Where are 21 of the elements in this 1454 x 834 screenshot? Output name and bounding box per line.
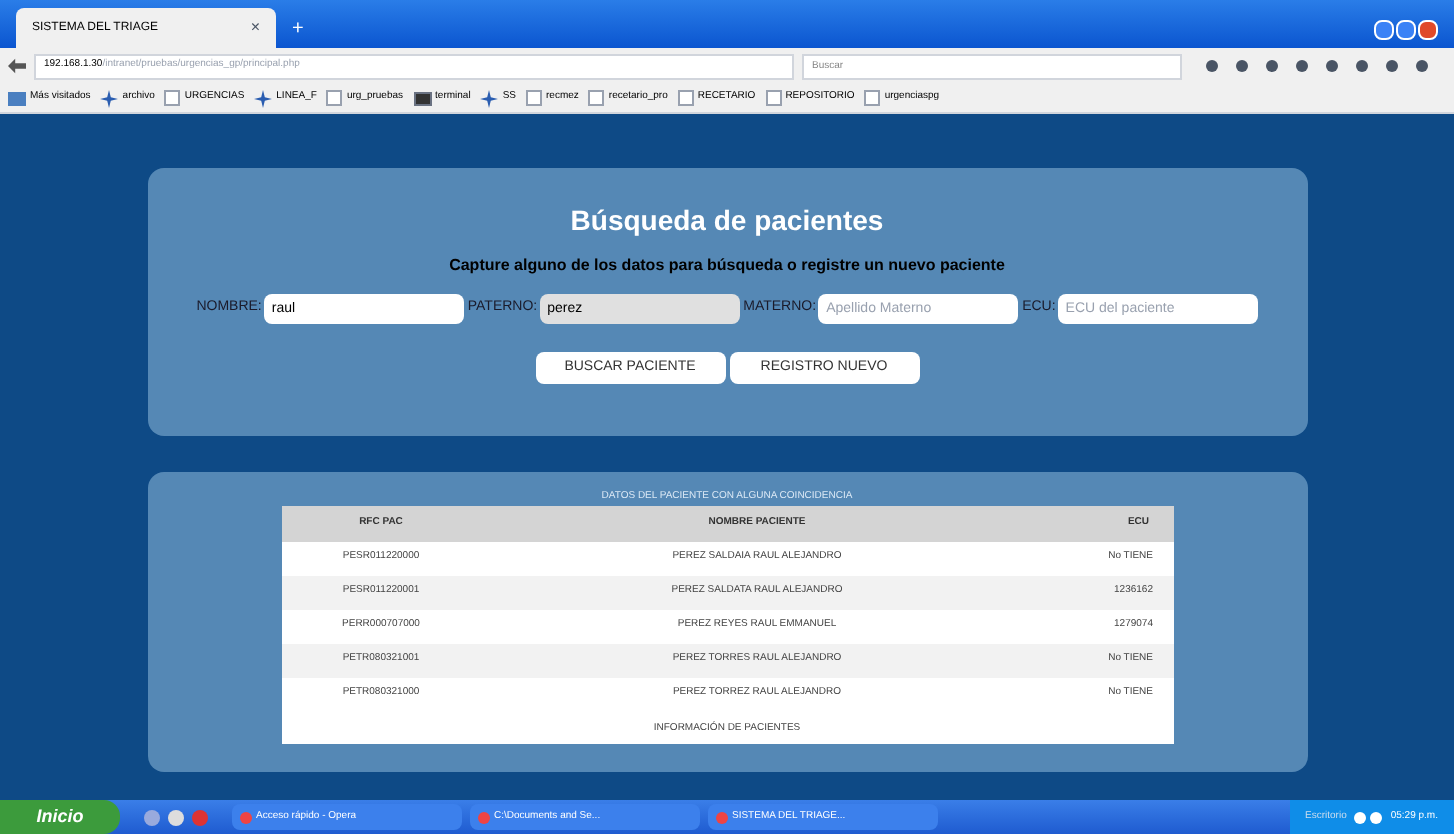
page-icon	[864, 90, 881, 106]
terminal-icon	[413, 91, 432, 105]
window-controls-icon[interactable]	[1374, 20, 1438, 40]
back-icon[interactable]	[8, 58, 26, 74]
bookmark-star-icon	[100, 89, 119, 107]
page-icon	[164, 90, 181, 106]
page-icon	[526, 90, 542, 106]
start-button[interactable]: Inicio	[0, 800, 120, 834]
page-icon	[588, 90, 605, 106]
new-tab-button[interactable]: +	[284, 8, 312, 48]
page-icon	[677, 90, 694, 106]
close-icon[interactable]: ×	[250, 16, 260, 40]
page-icon	[326, 90, 343, 106]
quick-launch-icons-drawing	[144, 809, 208, 825]
search-instructions: Capture alguno de los datos para búsqueda o registre un nuevo paciente	[449, 254, 1005, 278]
tray-icons-drawing	[1354, 811, 1383, 823]
bookmark-star-icon	[254, 89, 273, 107]
page-icon	[765, 90, 782, 106]
bookmark-star-icon	[480, 89, 499, 107]
search-title: Búsqueda de pacientes	[570, 202, 884, 240]
folder-icon	[8, 91, 26, 105]
